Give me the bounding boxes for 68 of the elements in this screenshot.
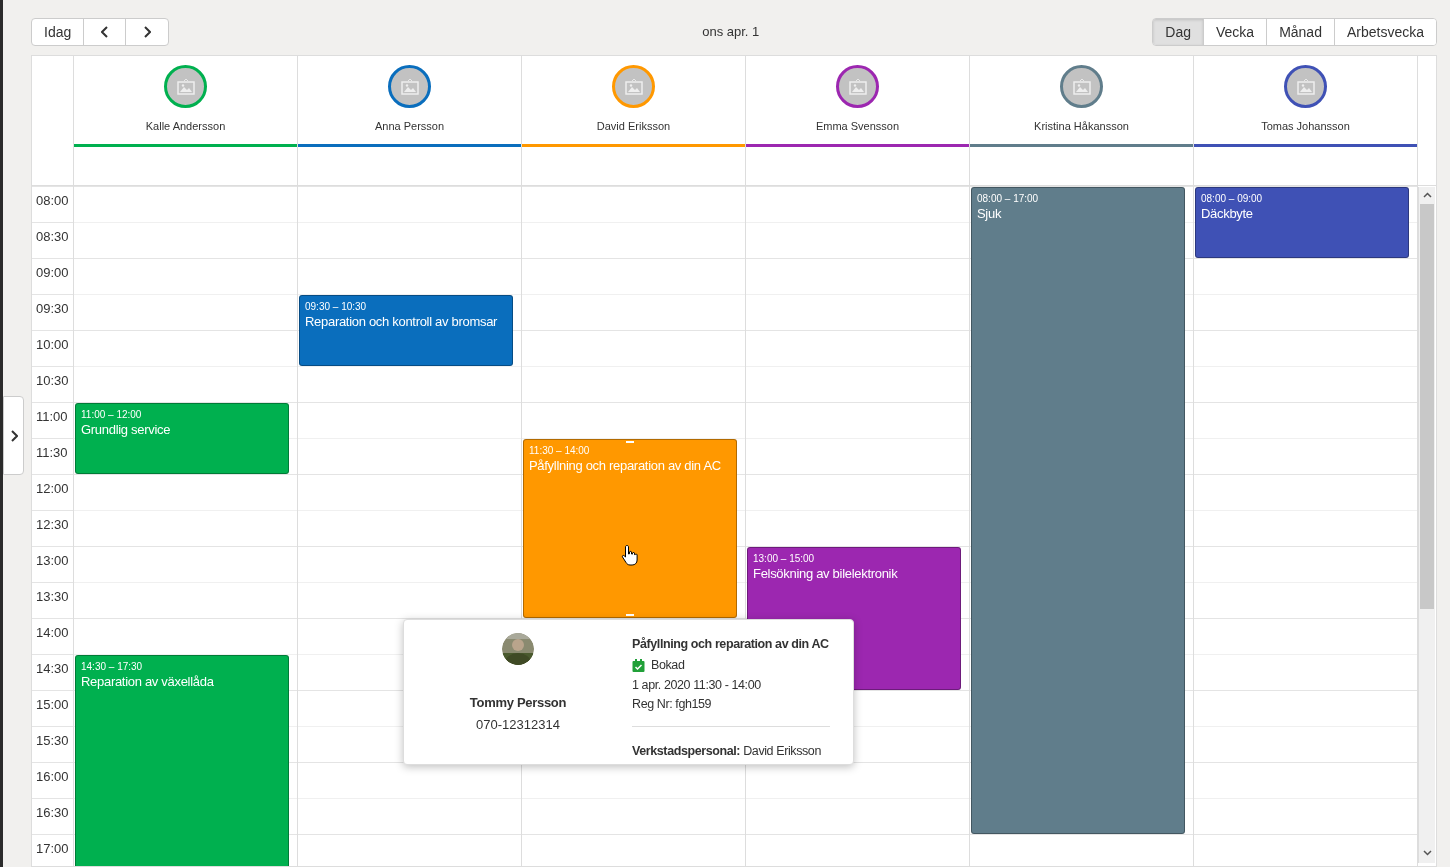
scroll-up-icon [1423, 192, 1432, 198]
time-label: 08:30 [36, 229, 69, 244]
time-label: 14:00 [36, 625, 69, 640]
customer-name: Tommy Persson [469, 694, 567, 712]
event-time: 08:00 – 09:00 [1201, 192, 1264, 206]
time-label: 12:00 [36, 481, 69, 496]
event-time: 11:30 – 14:00 [529, 444, 591, 458]
image-icon [176, 77, 195, 96]
image-icon [1296, 77, 1315, 96]
scrollbar-thumb[interactable] [1420, 204, 1434, 609]
event-title: Påfyllning och reparation av din AC [529, 458, 722, 474]
event-title: Däckbyte [1201, 206, 1254, 222]
resize-handle[interactable] [626, 441, 634, 443]
scroll-down-icon [1423, 850, 1432, 856]
status-label: Bokad [651, 656, 685, 674]
scrollbar[interactable] [1418, 187, 1435, 863]
chevron-left-icon [100, 26, 109, 38]
time-label: 10:30 [36, 373, 69, 388]
time-label: 10:00 [36, 337, 69, 352]
resource-name: Emma Svensson [815, 119, 900, 134]
time-label: 15:30 [36, 733, 69, 748]
event-title: Sjuk [977, 206, 1003, 222]
time-label: 09:30 [36, 301, 69, 316]
event-title: Reparation och kontroll av bromsar [305, 314, 499, 330]
calendar-check-icon [632, 658, 645, 672]
event-time: 09:30 – 10:30 [305, 300, 368, 314]
event-time: 13:00 – 15:00 [753, 552, 816, 566]
time-label: 15:00 [36, 697, 69, 712]
event-time: 11:00 – 12:00 [81, 408, 143, 422]
date-label: ons apr. 1 [702, 23, 760, 42]
image-icon [624, 77, 643, 96]
calendar-event[interactable]: 08:00 – 17:00 Sjuk [971, 187, 1185, 834]
event-time: 14:30 – 17:30 [81, 660, 144, 674]
time-label: 17:00 [36, 841, 69, 856]
time-label: 08:00 [36, 193, 69, 208]
time-label: 16:00 [36, 769, 69, 784]
time-label: 13:30 [36, 589, 69, 604]
resource-name: David Eriksson [596, 119, 671, 134]
sidebar-toggle[interactable] [3, 396, 24, 475]
time-label: 14:30 [36, 661, 69, 676]
image-icon [1072, 77, 1091, 96]
image-icon [848, 77, 867, 96]
chevron-right-icon [143, 26, 152, 38]
event-time: 08:00 – 17:00 [977, 192, 1040, 206]
hand-cursor-icon [621, 544, 639, 566]
chevron-right-icon [9, 429, 18, 442]
time-label: 09:00 [36, 265, 69, 280]
view-tab[interactable]: Arbetsvecka [1333, 19, 1436, 45]
time-label: 11:30 [36, 445, 68, 460]
resource-name: Tomas Johansson [1261, 119, 1350, 134]
resource-name: Anna Persson [374, 119, 445, 134]
event-title: Grundlig service [81, 422, 172, 438]
registration-number: Reg Nr: fgh159 [632, 696, 713, 714]
event-title: Reparation av växellåda [81, 674, 215, 690]
resource-name: Kristina Håkansson [1034, 119, 1129, 134]
staff-text: Verkstadspersonal: David Eriksson [632, 743, 822, 760]
event-title: Felsökning av bilelektronik [753, 566, 899, 582]
image-icon [400, 77, 419, 96]
view-tab[interactable]: Dag [1153, 19, 1203, 45]
calendar-event[interactable]: 08:00 – 09:00 Däckbyte [1195, 187, 1409, 258]
time-label: 12:30 [36, 517, 69, 532]
resize-handle[interactable] [626, 614, 634, 616]
time-label: 13:00 [36, 553, 69, 568]
customer-phone: 070-12312314 [476, 715, 560, 734]
calendar-event[interactable]: 09:30 – 10:30 Reparation och kontroll av bromsar [299, 295, 513, 366]
time-label: 16:30 [36, 805, 69, 820]
time-label: 11:00 [36, 409, 68, 424]
resource-name: Kalle Andersson [145, 119, 226, 134]
